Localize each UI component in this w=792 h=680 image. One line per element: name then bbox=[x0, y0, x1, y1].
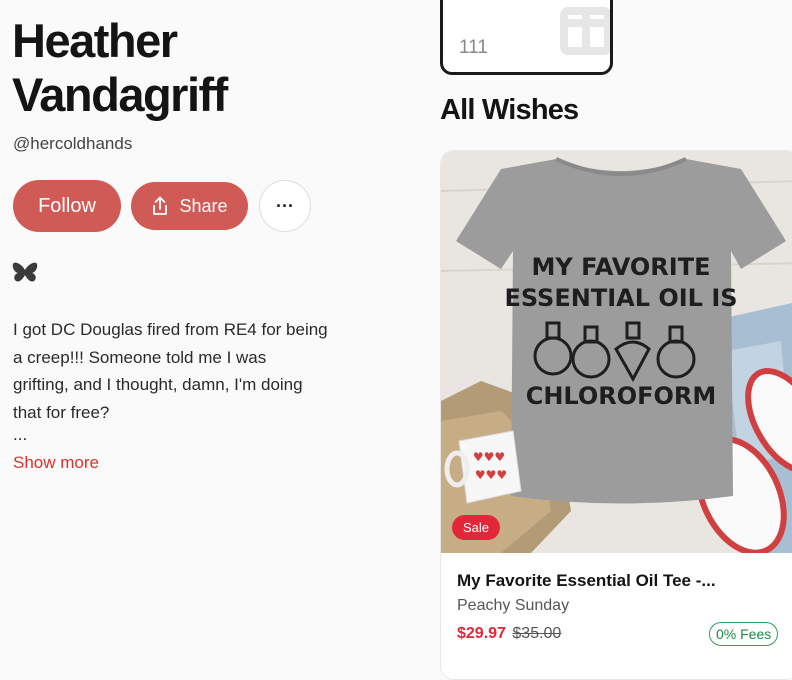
section-title: All Wishes bbox=[440, 94, 579, 126]
profile-handle: @hercoldhands bbox=[13, 134, 133, 153]
original-price: $35.00 bbox=[512, 625, 562, 642]
svg-text:♥♥♥: ♥♥♥ bbox=[473, 450, 505, 464]
svg-text:♥♥♥: ♥♥♥ bbox=[475, 468, 507, 482]
butterfly-icon[interactable] bbox=[11, 261, 39, 292]
share-button[interactable]: Share bbox=[131, 182, 248, 230]
more-options-button[interactable]: ··· bbox=[259, 180, 311, 232]
follow-button[interactable]: Follow bbox=[13, 180, 121, 232]
bio-ellipsis: ... bbox=[13, 425, 28, 444]
wish-card[interactable]: MY FAVORITE ESSENTIAL OIL IS CHLOROFORM … bbox=[440, 150, 792, 680]
product-image: MY FAVORITE ESSENTIAL OIL IS CHLOROFORM … bbox=[441, 151, 792, 553]
show-more-link[interactable]: Show more bbox=[13, 453, 99, 473]
shirt-text-line2: ESSENTIAL OIL IS bbox=[504, 284, 737, 312]
share-icon bbox=[153, 196, 168, 215]
profile-name: Heather Vandagriff bbox=[12, 14, 228, 121]
shirt-text-line1: MY FAVORITE bbox=[532, 253, 711, 281]
more-icon: ··· bbox=[276, 195, 294, 216]
wishlist-summary-card[interactable]: 111 bbox=[440, 0, 613, 75]
wish-title[interactable]: My Favorite Essential Oil Tee -... bbox=[457, 571, 716, 591]
shirt-text-line3: CHLOROFORM bbox=[526, 382, 717, 410]
share-label: Share bbox=[179, 195, 228, 216]
sale-badge: Sale bbox=[452, 515, 501, 540]
sale-price: $29.97 bbox=[457, 625, 506, 642]
fees-badge: 0% Fees bbox=[709, 622, 779, 646]
gift-icon bbox=[560, 7, 610, 55]
price-row: $29.97 $35.00 bbox=[457, 625, 561, 643]
wishlist-count: 111 bbox=[459, 37, 488, 58]
profile-bio: I got DC Douglas fired from RE4 for bein… bbox=[13, 320, 328, 422]
profile-actions: Follow Share ··· bbox=[13, 180, 311, 232]
wish-brand: Peachy Sunday bbox=[457, 597, 570, 614]
